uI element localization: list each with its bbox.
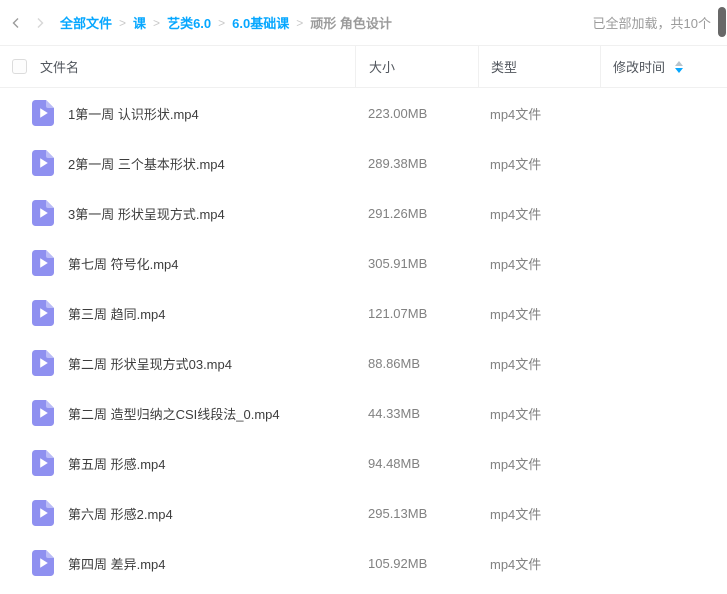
table-row[interactable]: 第三周 趋同.mp4 121.07MB mp4文件 <box>0 288 727 338</box>
file-size: 223.00MB <box>355 106 478 121</box>
video-play-icon <box>32 150 54 176</box>
file-name[interactable]: 第二周 造型归纳之CSI线段法_0.mp4 <box>68 404 280 423</box>
file-size: 291.26MB <box>355 206 478 221</box>
breadcrumb-item[interactable]: 6.0基础课 <box>232 13 289 32</box>
file-size: 295.13MB <box>355 506 478 521</box>
file-name[interactable]: 第五周 形感.mp4 <box>68 454 166 473</box>
video-play-icon <box>32 300 54 326</box>
breadcrumb-item[interactable]: 课 <box>133 13 146 32</box>
breadcrumb: 全部文件 > 课 > 艺类6.0 >6.0基础课 > 顽形 角色设计 <box>60 13 593 32</box>
breadcrumb-separator: > <box>218 16 225 30</box>
video-play-icon <box>32 450 54 476</box>
breadcrumb-separator: > <box>296 16 303 30</box>
chevron-left-icon <box>10 17 22 29</box>
file-size: 305.91MB <box>355 256 478 271</box>
breadcrumb-separator: > <box>119 16 126 30</box>
file-type: mp4文件 <box>478 404 600 423</box>
file-size: 105.92MB <box>355 556 478 571</box>
table-row[interactable]: 第六周 形感2.mp4 295.13MB mp4文件 <box>0 488 727 538</box>
table-row[interactable]: 第二周 造型归纳之CSI线段法_0.mp4 44.33MB mp4文件 <box>0 388 727 438</box>
file-size: 94.48MB <box>355 456 478 471</box>
file-name[interactable]: 第六周 形感2.mp4 <box>68 504 173 523</box>
table-row[interactable]: 第五周 形感.mp4 94.48MB mp4文件 <box>0 438 727 488</box>
scrollbar-thumb[interactable] <box>718 7 726 37</box>
file-type: mp4文件 <box>478 154 600 173</box>
file-size: 289.38MB <box>355 156 478 171</box>
load-status: 已全部加载，共10个 <box>593 13 711 32</box>
breadcrumb-separator: > <box>153 16 160 30</box>
file-type: mp4文件 <box>478 504 600 523</box>
file-type: mp4文件 <box>478 254 600 273</box>
table-row[interactable]: 第七周 符号化.mp4 305.91MB mp4文件 <box>0 238 727 288</box>
video-play-icon <box>32 350 54 376</box>
select-all-checkbox[interactable] <box>12 59 27 74</box>
table-row[interactable]: 2第一周 三个基本形状.mp4 289.38MB mp4文件 <box>0 138 727 188</box>
file-size: 88.86MB <box>355 356 478 371</box>
file-name[interactable]: 第四周 差异.mp4 <box>68 554 166 573</box>
column-header-type[interactable]: 类型 <box>491 57 517 76</box>
file-type: mp4文件 <box>478 554 600 573</box>
table-row[interactable]: 1第一周 认识形状.mp4 223.00MB mp4文件 <box>0 88 727 138</box>
file-size: 44.33MB <box>355 406 478 421</box>
table-header: 文件名 大小 类型 修改时间 <box>0 45 727 88</box>
file-type: mp4文件 <box>478 304 600 323</box>
video-play-icon <box>32 500 54 526</box>
file-name[interactable]: 1第一周 认识形状.mp4 <box>68 104 199 123</box>
breadcrumb-item[interactable]: 全部文件 <box>60 13 112 32</box>
chevron-right-icon <box>34 17 46 29</box>
table-row[interactable]: 第二周 形状呈现方式03.mp4 88.86MB mp4文件 <box>0 338 727 388</box>
file-type: mp4文件 <box>478 354 600 373</box>
video-play-icon <box>32 250 54 276</box>
table-row[interactable]: 3第一周 形状呈现方式.mp4 291.26MB mp4文件 <box>0 188 727 238</box>
back-button[interactable] <box>4 11 28 35</box>
video-play-icon <box>32 100 54 126</box>
file-name[interactable]: 第三周 趋同.mp4 <box>68 304 166 323</box>
sort-ascending-icon <box>675 61 683 66</box>
file-name[interactable]: 第七周 符号化.mp4 <box>68 254 179 273</box>
file-list: 1第一周 认识形状.mp4 223.00MB mp4文件 2第一周 三个基本形状… <box>0 88 727 588</box>
file-type: mp4文件 <box>478 204 600 223</box>
video-play-icon <box>32 550 54 576</box>
column-header-size[interactable]: 大小 <box>369 57 395 76</box>
forward-button[interactable] <box>28 11 52 35</box>
file-name[interactable]: 3第一周 形状呈现方式.mp4 <box>68 204 225 223</box>
toolbar: 全部文件 > 课 > 艺类6.0 >6.0基础课 > 顽形 角色设计 已全部加载，共10个 <box>0 0 727 45</box>
table-row[interactable]: 第四周 差异.mp4 105.92MB mp4文件 <box>0 538 727 588</box>
breadcrumb-item[interactable]: 艺类6.0 <box>167 13 211 32</box>
breadcrumb-item: 顽形 角色设计 <box>310 13 392 32</box>
video-play-icon <box>32 200 54 226</box>
file-type: mp4文件 <box>478 104 600 123</box>
sort-descending-icon <box>675 68 683 73</box>
file-size: 121.07MB <box>355 306 478 321</box>
sort-icon[interactable] <box>675 61 683 73</box>
column-header-name[interactable]: 文件名 <box>40 57 79 76</box>
file-name[interactable]: 2第一周 三个基本形状.mp4 <box>68 154 225 173</box>
file-name[interactable]: 第二周 形状呈现方式03.mp4 <box>68 354 232 373</box>
column-header-modified[interactable]: 修改时间 <box>613 57 665 76</box>
video-play-icon <box>32 400 54 426</box>
file-type: mp4文件 <box>478 454 600 473</box>
